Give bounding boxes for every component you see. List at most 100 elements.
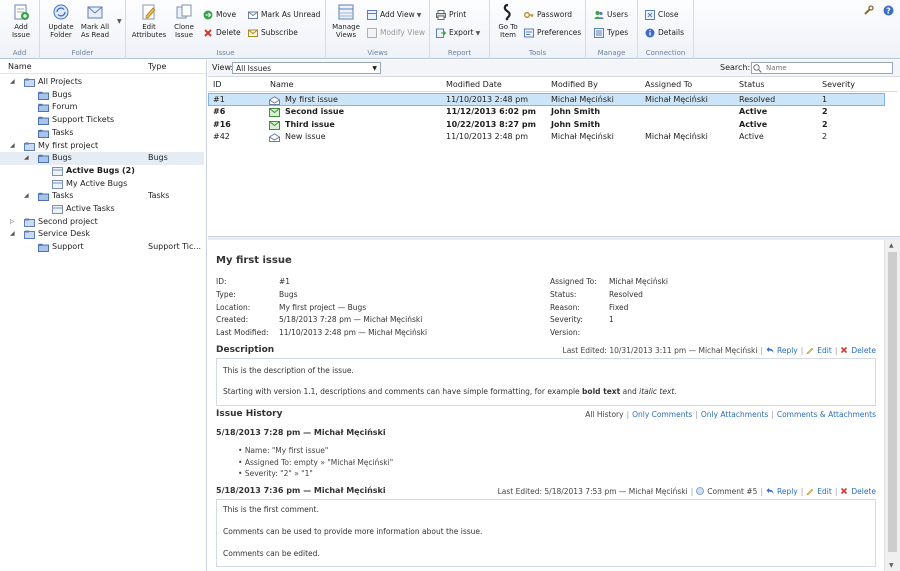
delete-button[interactable]: Delete	[202, 26, 241, 39]
description-text-part: and	[622, 387, 637, 396]
tree-item-my-first-project[interactable]: ◢ My first project	[0, 140, 204, 153]
password-button[interactable]: Password	[523, 8, 572, 21]
users-button[interactable]: Users	[593, 8, 628, 21]
folder-icon	[38, 129, 49, 138]
move-button[interactable]: Move	[202, 8, 236, 21]
expand-arrow-icon[interactable]: ◢	[10, 140, 15, 153]
search-input[interactable]	[751, 62, 893, 74]
scrollbar-thumb[interactable]	[888, 252, 897, 552]
tree-col-name[interactable]: Name	[8, 60, 32, 74]
filter-all-history[interactable]: All History	[585, 410, 623, 419]
cell-name: Second issue	[285, 107, 345, 116]
add-issue-label: Add Issue	[11, 23, 31, 39]
table-row[interactable]: #6 Second issue 11/12/2013 6:02 pm John …	[208, 106, 898, 119]
export-dropdown-icon[interactable]: ▼	[476, 30, 481, 37]
field-label: Severity:	[550, 315, 583, 324]
manage-views-button[interactable]: Manage Views	[325, 3, 367, 39]
group-label-issue: Issue	[216, 49, 235, 57]
mark-all-read-button[interactable]: Mark All As Read	[74, 3, 116, 39]
col-severity[interactable]: Severity	[822, 78, 855, 92]
close-connection-icon	[645, 10, 655, 20]
delete-link[interactable]: Delete	[851, 346, 876, 355]
cell-assigned: Michał Męciński	[645, 95, 708, 104]
reply-link[interactable]: Reply	[777, 346, 798, 355]
add-view-label: Add View	[380, 10, 415, 19]
expand-arrow-icon[interactable]: ◢	[10, 76, 15, 89]
filter-only-comments[interactable]: Only Comments	[632, 410, 692, 419]
history-bullet-text: Name: "My first issue"	[244, 446, 329, 455]
tree-item-my-active-bugs[interactable]: My Active Bugs	[0, 178, 204, 191]
print-button[interactable]: Print	[435, 8, 466, 21]
scroll-up-icon[interactable]: ▲	[889, 242, 894, 249]
col-id[interactable]: ID	[213, 78, 222, 92]
table-row[interactable]: #42 New issue 11/10/2013 2:48 pm Michał …	[208, 131, 898, 144]
col-status[interactable]: Status	[739, 78, 765, 92]
col-assigned-to[interactable]: Assigned To	[645, 78, 692, 92]
reply-icon	[766, 347, 774, 353]
view-icon	[52, 166, 63, 176]
modify-view-button[interactable]: Modify View	[366, 26, 425, 39]
help-icon[interactable]: ?	[883, 5, 894, 16]
add-view-button[interactable]: Add View ▼	[366, 8, 421, 21]
unread-envelope-icon	[269, 108, 280, 117]
filter-only-attachments[interactable]: Only Attachments	[701, 410, 768, 419]
comment-header: 5/18/2013 7:36 pm — Michał Męciński	[216, 486, 386, 495]
edit-link[interactable]: Edit	[817, 346, 832, 355]
ribbon-group-report: Print Export ▼ Report	[430, 0, 490, 59]
export-button[interactable]: Export ▼	[435, 26, 480, 39]
mark-unread-button[interactable]: Mark As Unread	[247, 8, 320, 21]
col-modified-by[interactable]: Modified By	[551, 78, 598, 92]
password-label: Password	[537, 10, 573, 19]
table-row[interactable]: #1 My first issue 11/10/2013 2:48 pm Mic…	[208, 93, 885, 106]
tree-item-project-tasks[interactable]: ◢ Tasks Tasks	[0, 190, 204, 203]
tree-item-active-tasks[interactable]: Active Tasks	[0, 203, 204, 216]
comment-edit-link[interactable]: Edit	[817, 487, 832, 496]
users-label: Users	[607, 10, 629, 19]
table-row[interactable]: #16 Third issue 10/22/2013 8:27 pm John …	[208, 119, 898, 132]
tools-wrench-icon[interactable]	[863, 5, 875, 16]
cell-modified: 11/10/2013 2:48 pm	[446, 95, 529, 104]
close-connection-button[interactable]: Close	[644, 8, 678, 21]
tree-item-all-projects[interactable]: ◢ All Projects	[0, 76, 204, 89]
tree-item-bugs[interactable]: Bugs	[0, 89, 204, 102]
modify-view-label: Modify View	[380, 28, 426, 37]
scroll-down-icon[interactable]: ▼	[889, 562, 894, 569]
col-modified-date[interactable]: Modified Date	[446, 78, 502, 92]
tree-col-type[interactable]: Type	[148, 60, 166, 74]
mark-all-read-dropdown-icon[interactable]: ▼	[117, 18, 122, 25]
tree-item-support-tickets[interactable]: Support Tickets	[0, 114, 204, 127]
tree-item-second-project[interactable]: ▷ Second project	[0, 216, 204, 229]
delete-icon	[204, 29, 212, 37]
comment-delete-link[interactable]: Delete	[851, 487, 876, 496]
tree-item-active-bugs[interactable]: Active Bugs (2)	[0, 165, 204, 178]
tree-item-service-desk[interactable]: ◢ Service Desk	[0, 228, 204, 241]
subscribe-label: Subscribe	[261, 28, 298, 37]
tree-item-forum[interactable]: Forum	[0, 101, 204, 114]
expand-arrow-icon[interactable]: ◢	[24, 190, 29, 203]
add-issue-button[interactable]: Add Issue	[0, 3, 42, 39]
filter-comments-attachments[interactable]: Comments & Attachments	[777, 410, 876, 419]
history-bullet: • Name: "My first issue"	[238, 446, 329, 455]
tree-item-tasks[interactable]: Tasks	[0, 127, 204, 140]
chevron-down-icon: ▼	[372, 65, 377, 72]
tree-item-support[interactable]: Support Support Tic...	[0, 241, 204, 254]
details-button[interactable]: Details	[644, 26, 684, 39]
clone-issue-button[interactable]: Clone Issue	[163, 3, 205, 39]
project-icon	[24, 142, 35, 151]
description-text-formatting: Starting with version 1.1, descriptions …	[223, 387, 677, 396]
view-select[interactable]: All Issues ▼	[232, 62, 381, 74]
expand-arrow-icon[interactable]: ◢	[10, 228, 15, 241]
details-scrollbar[interactable]: ▲ ▼	[884, 240, 900, 571]
collapse-arrow-icon[interactable]: ▷	[10, 216, 15, 229]
types-button[interactable]: Types	[593, 26, 628, 39]
preferences-button[interactable]: Preferences	[523, 26, 581, 39]
comment-reply-link[interactable]: Reply	[777, 487, 798, 496]
tree-label: Active Bugs (2)	[66, 165, 135, 175]
subscribe-button[interactable]: Subscribe	[247, 26, 298, 39]
description-text-part: Starting with version 1.1, descriptions …	[223, 387, 580, 396]
col-name[interactable]: Name	[270, 78, 294, 92]
tree-item-project-bugs[interactable]: ◢ Bugs Bugs	[0, 152, 204, 165]
add-view-dropdown-icon[interactable]: ▼	[417, 12, 422, 19]
expand-arrow-icon[interactable]: ◢	[24, 152, 29, 165]
group-label-views: Views	[367, 49, 388, 57]
